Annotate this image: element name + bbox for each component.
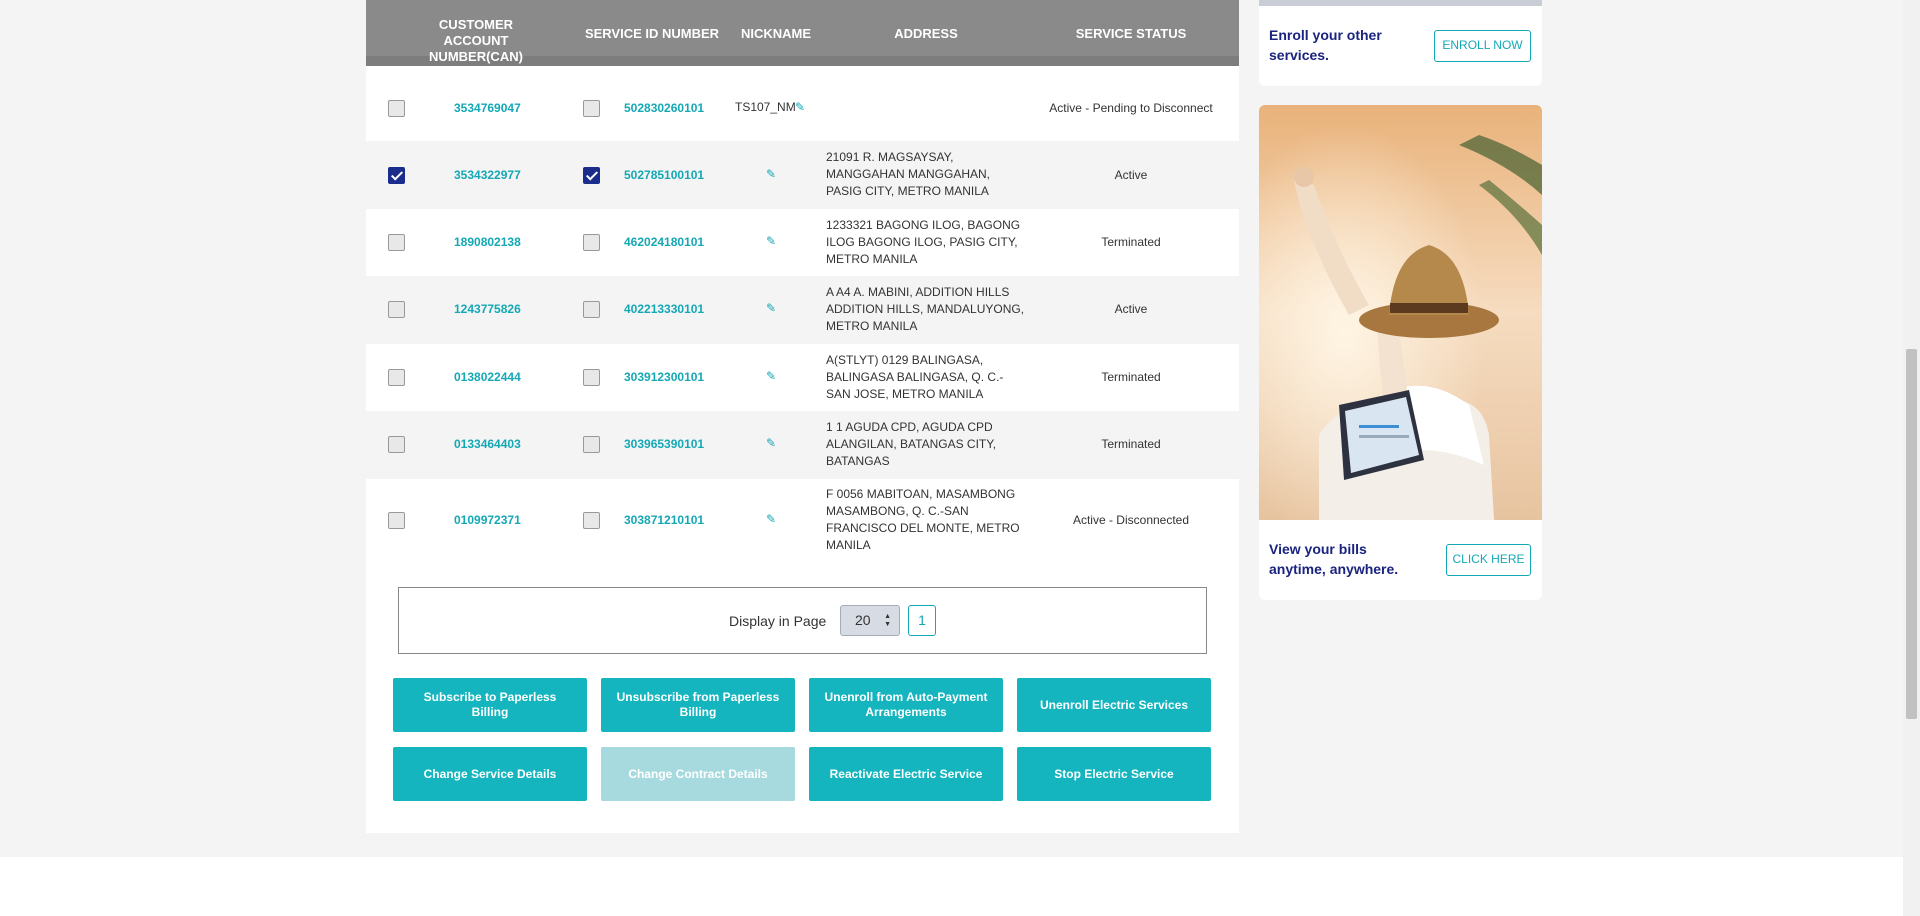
- enroll-promo-card: Enroll your other services. ENROLL NOW: [1259, 0, 1542, 86]
- can-link[interactable]: 0109972371: [454, 513, 521, 527]
- address-text: 1 1 AGUDA CPD, AGUDA CPD ALANGILAN, BATA…: [826, 420, 997, 468]
- service-id-link[interactable]: 303871210101: [624, 513, 704, 527]
- row-sid-checkbox[interactable]: [583, 234, 600, 251]
- header-service-id: SERVICE ID NUMBER: [584, 26, 720, 41]
- row-sid-checkbox[interactable]: [583, 369, 600, 386]
- table-row: 1243775826 402213330101 ✎ A A4 A. MABINI…: [366, 276, 1239, 344]
- click-here-button[interactable]: CLICK HERE: [1446, 544, 1531, 576]
- can-link[interactable]: 3534769047: [454, 101, 521, 115]
- address-text: F 0056 MABITOAN, MASAMBONG MASAMBONG, Q.…: [826, 487, 1020, 552]
- services-table-card: CUSTOMER ACCOUNT NUMBER(CAN) SERVICE ID …: [366, 0, 1239, 833]
- up-down-arrows-icon[interactable]: ▲ ▼: [884, 613, 891, 629]
- enroll-promo-text: Enroll your other services.: [1269, 27, 1382, 63]
- service-id-link[interactable]: 462024180101: [624, 235, 704, 249]
- can-link[interactable]: 1890802138: [454, 235, 521, 249]
- row-can-checkbox[interactable]: [388, 234, 405, 251]
- row-can-checkbox[interactable]: [388, 369, 405, 386]
- address-text: A A4 A. MABINI, ADDITION HILLS ADDITION …: [826, 285, 1025, 333]
- service-id-link[interactable]: 303965390101: [624, 437, 704, 451]
- change-service-details-button[interactable]: Change Service Details: [393, 747, 587, 801]
- display-in-page-label: Display in Page: [729, 613, 827, 629]
- service-status: Terminated: [1101, 370, 1161, 384]
- pencil-icon[interactable]: ✎: [766, 369, 776, 383]
- table-row: 0133464403 303965390101 ✎ 1 1 AGUDA CPD,…: [366, 411, 1239, 479]
- enroll-now-button[interactable]: ENROLL NOW: [1434, 30, 1531, 62]
- promo-image-strip: [1259, 0, 1542, 6]
- table-row: 0138022444 303912300101 ✎ A(STLYT) 0129 …: [366, 344, 1239, 411]
- row-can-checkbox[interactable]: [388, 512, 405, 529]
- header-address: ADDRESS: [894, 26, 958, 41]
- service-id-link[interactable]: 402213330101: [624, 302, 704, 316]
- pencil-icon[interactable]: ✎: [766, 301, 776, 315]
- row-sid-checkbox[interactable]: [583, 100, 600, 117]
- bills-promo-card: View your bills anytime, anywhere. CLICK…: [1259, 105, 1542, 600]
- page-size-value: 20: [855, 612, 871, 628]
- service-status: Terminated: [1101, 235, 1161, 249]
- unsubscribe-paperless-button[interactable]: Unsubscribe from Paperless Billing: [601, 678, 795, 732]
- service-id-link[interactable]: 303912300101: [624, 370, 704, 384]
- service-id-link[interactable]: 502785100101: [624, 168, 704, 182]
- service-status: Terminated: [1101, 437, 1161, 451]
- table-header: CUSTOMER ACCOUNT NUMBER(CAN) SERVICE ID …: [366, 0, 1239, 66]
- stop-electric-service-button[interactable]: Stop Electric Service: [1017, 747, 1211, 801]
- service-status: Active - Pending to Disconnect: [1049, 101, 1213, 115]
- table-row: 1890802138 462024180101 ✎ 1233321 BAGONG…: [366, 209, 1239, 276]
- pencil-icon[interactable]: ✎: [766, 512, 776, 526]
- header-service-status: SERVICE STATUS: [1075, 26, 1187, 41]
- change-contract-details-button: Change Contract Details: [601, 747, 795, 801]
- row-can-checkbox[interactable]: [388, 436, 405, 453]
- row-sid-checkbox[interactable]: [583, 512, 600, 529]
- unenroll-electric-services-button[interactable]: Unenroll Electric Services: [1017, 678, 1211, 732]
- pencil-icon[interactable]: ✎: [766, 436, 776, 450]
- header-can: CUSTOMER ACCOUNT NUMBER(CAN): [429, 17, 523, 64]
- pencil-icon[interactable]: ✎: [766, 234, 776, 248]
- nickname-text: TS107_NM: [735, 100, 796, 114]
- reactivate-electric-service-button[interactable]: Reactivate Electric Service: [809, 747, 1003, 801]
- address-text: 1233321 BAGONG ILOG, BAGONG ILOG BAGONG …: [826, 218, 1021, 266]
- table-row: 3534322977 502785100101 ✎ 21091 R. MAGSA…: [366, 141, 1239, 209]
- bills-promo-text: View your bills anytime, anywhere.: [1269, 541, 1399, 577]
- row-can-checkbox[interactable]: [388, 100, 405, 117]
- page-number-button[interactable]: 1: [908, 605, 936, 636]
- can-link[interactable]: 1243775826: [454, 302, 521, 316]
- row-sid-checkbox[interactable]: [583, 301, 600, 318]
- page-size-stepper[interactable]: 20 ▲ ▼: [840, 605, 900, 636]
- address-text: A(STLYT) 0129 BALINGASA, BALINGASA BALIN…: [826, 353, 1004, 401]
- table-row: 3534769047 502830260101 TS107_NM ✎ Activ…: [366, 74, 1239, 141]
- scrollbar-thumb[interactable]: [1906, 349, 1917, 719]
- footer-band: [0, 857, 1903, 916]
- table-row: 0109972371 303871210101 ✎ F 0056 MABITOA…: [366, 479, 1239, 564]
- address-text: 21091 R. MAGSAYSAY, MANGGAHAN MANGGAHAN,…: [826, 150, 991, 198]
- row-can-checkbox[interactable]: [388, 301, 405, 318]
- can-link[interactable]: 3534322977: [454, 168, 521, 182]
- pagination-bar: Display in Page 20 ▲ ▼ 1: [398, 587, 1207, 654]
- row-sid-checkbox[interactable]: [583, 436, 600, 453]
- service-id-link[interactable]: 502830260101: [624, 101, 704, 115]
- can-link[interactable]: 0138022444: [454, 370, 521, 384]
- row-can-checkbox[interactable]: [388, 167, 405, 184]
- header-nickname: NICKNAME: [740, 26, 812, 41]
- pencil-icon[interactable]: ✎: [795, 100, 805, 114]
- pencil-icon[interactable]: ✎: [766, 167, 776, 181]
- unenroll-auto-payment-button[interactable]: Unenroll from Auto-Payment Arrangements: [809, 678, 1003, 732]
- service-status: Active: [1114, 302, 1148, 316]
- row-sid-checkbox[interactable]: [583, 167, 600, 184]
- promo-photo: [1259, 105, 1542, 520]
- subscribe-paperless-button[interactable]: Subscribe to Paperless Billing: [393, 678, 587, 732]
- service-status: Active: [1114, 168, 1148, 182]
- can-link[interactable]: 0133464403: [454, 437, 521, 451]
- service-status: Active - Disconnected: [1072, 513, 1190, 527]
